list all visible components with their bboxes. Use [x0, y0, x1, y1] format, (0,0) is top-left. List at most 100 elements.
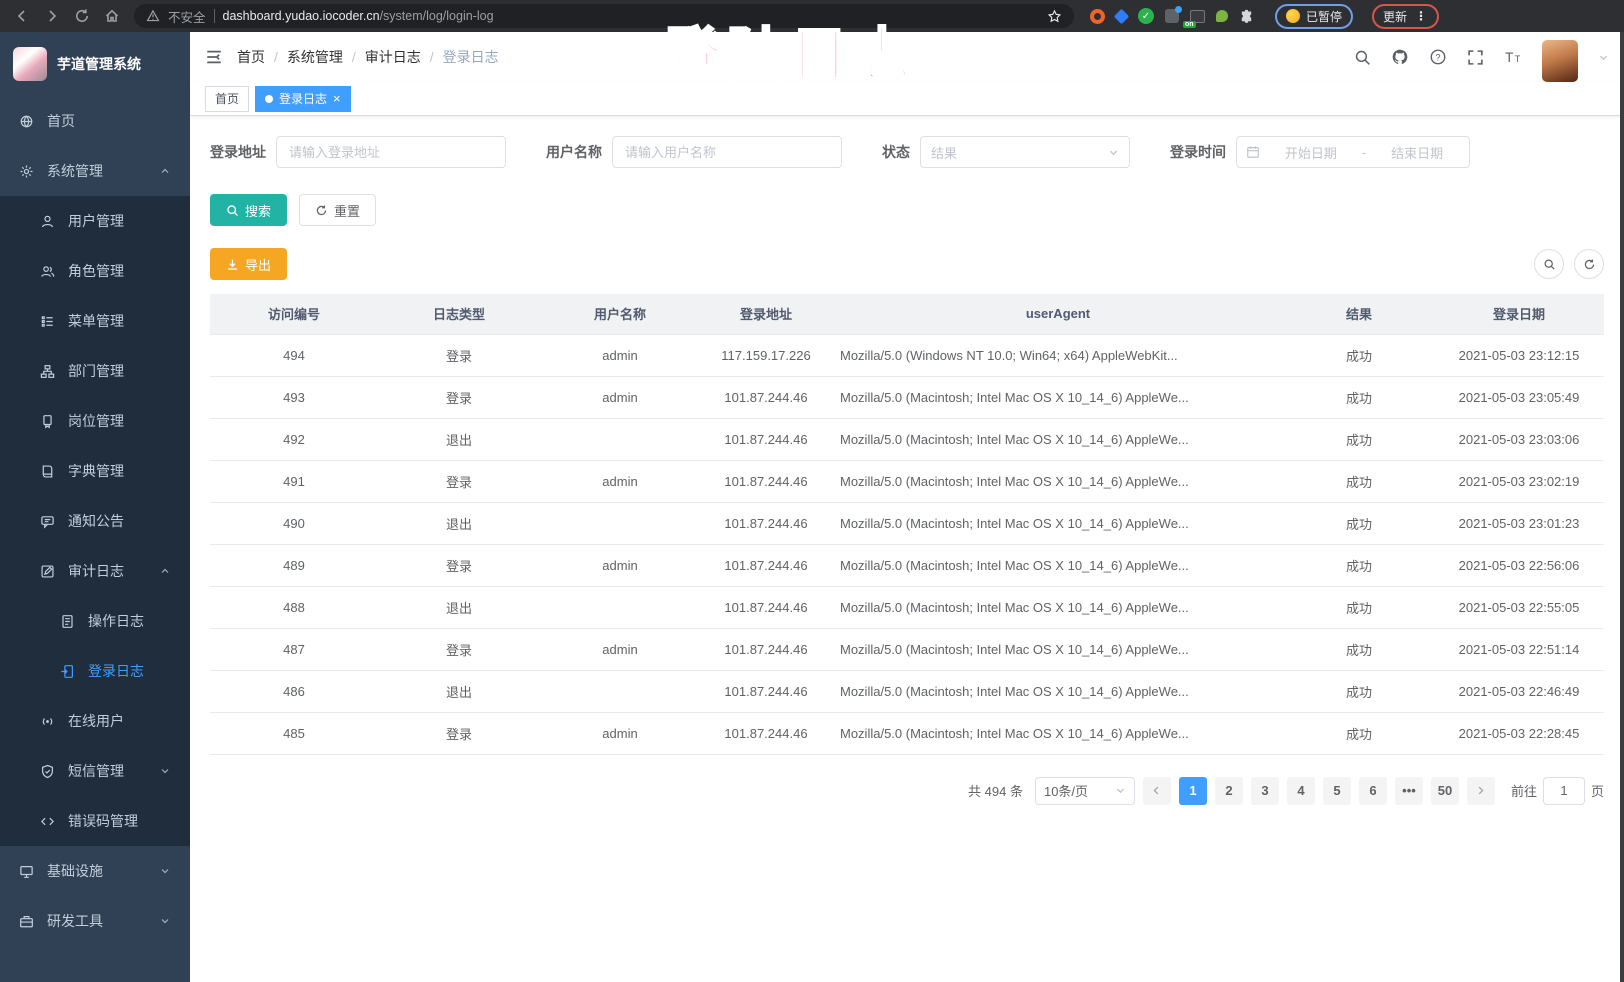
avatar-caret-down-icon[interactable] [1598, 52, 1609, 63]
browser-reload-icon[interactable] [68, 3, 96, 29]
login-time-label: 登录时间 [1170, 142, 1226, 162]
extension-icon-sprout[interactable] [1216, 10, 1228, 22]
sidebar-item-user-mgmt[interactable]: 用户管理 [0, 196, 190, 246]
table-cell: 退出 [378, 670, 540, 712]
badge-icon [40, 414, 55, 429]
table-row: 493登录admin101.87.244.46Mozilla/5.0 (Maci… [210, 376, 1604, 418]
extension-icon-grid[interactable] [1165, 9, 1179, 23]
tab-home[interactable]: 首页 [205, 86, 249, 112]
address-bar[interactable]: 不安全 dashboard.yudao.iocoder.cn/system/lo… [134, 4, 1074, 28]
username-input[interactable] [612, 136, 842, 168]
sidebar-item-online-users[interactable]: 在线用户 [0, 696, 190, 746]
url-host: dashboard.yudao.iocoder.cn [223, 9, 380, 23]
extensions-puzzle-icon[interactable] [1239, 9, 1254, 24]
sidebar-item-system[interactable]: 系统管理 [0, 146, 190, 196]
page-button[interactable]: 1 [1179, 777, 1207, 805]
total-count: 共 494 条 [968, 781, 1023, 800]
login-time-range-picker[interactable]: 开始日期 - 结束日期 [1236, 136, 1470, 168]
profile-paused-badge[interactable]: 已暂停 [1275, 4, 1353, 29]
app-title: 芋道管理系统 [57, 54, 141, 74]
export-button[interactable]: 导出 [210, 248, 287, 280]
sidebar-item-sms-mgmt[interactable]: 短信管理 [0, 746, 190, 796]
sidebar-item-login-log[interactable]: 登录日志 [0, 646, 190, 696]
table-row: 490退出101.87.244.46Mozilla/5.0 (Macintosh… [210, 502, 1604, 544]
table-cell: 493 [210, 376, 378, 418]
sidebar-item-infrastructure[interactable]: 基础设施 [0, 846, 190, 896]
breadcrumb-item[interactable]: 审计日志 [365, 47, 421, 67]
next-page-button[interactable] [1467, 777, 1495, 805]
table-cell: 成功 [1284, 544, 1434, 586]
login-log-table: 访问编号 日志类型 用户名称 登录地址 userAgent 结果 登录日期 49… [210, 294, 1604, 755]
sidebar-item-dept-mgmt[interactable]: 部门管理 [0, 346, 190, 396]
sidebar-item-label: 字典管理 [68, 461, 124, 481]
shield-check-icon [40, 764, 55, 779]
status-select[interactable]: 结果 [920, 136, 1130, 168]
tab-login-log[interactable]: 登录日志 × [255, 86, 351, 112]
svg-text:?: ? [1435, 52, 1440, 62]
extension-icon-list[interactable]: on [1190, 10, 1205, 23]
breadcrumb-item[interactable]: 系统管理 [287, 47, 343, 67]
browser-menu-icon[interactable]: ⋮ [1415, 9, 1428, 23]
window-scrollbar[interactable] [1620, 32, 1624, 982]
sidebar-item-role-mgmt[interactable]: 角色管理 [0, 246, 190, 296]
browser-back-icon[interactable] [8, 3, 36, 29]
security-label[interactable]: 不安全 [168, 7, 206, 26]
reset-button[interactable]: 重置 [299, 194, 376, 226]
help-icon[interactable]: ? [1429, 48, 1447, 66]
sidebar-item-menu-mgmt[interactable]: 菜单管理 [0, 296, 190, 346]
search-icon[interactable] [1354, 49, 1371, 66]
login-address-input[interactable] [276, 136, 506, 168]
user-avatar[interactable] [1542, 40, 1578, 82]
fullscreen-icon[interactable] [1467, 49, 1484, 66]
column-header: 登录日期 [1434, 294, 1604, 334]
sidebar-item-dev-tools[interactable]: 研发工具 [0, 896, 190, 946]
page-size-select[interactable]: 10条/页 [1035, 777, 1135, 805]
select-caret-down-icon [1108, 147, 1119, 158]
sidebar-item-dict-mgmt[interactable]: 字典管理 [0, 446, 190, 496]
sidebar-item-notice[interactable]: 通知公告 [0, 496, 190, 546]
breadcrumb-current: 登录日志 [443, 47, 499, 67]
page-button[interactable]: 3 [1251, 777, 1279, 805]
browser-home-icon[interactable] [98, 3, 126, 29]
date-separator: - [1362, 145, 1366, 160]
search-button[interactable]: 搜索 [210, 194, 287, 226]
table-cell: 490 [210, 502, 378, 544]
page-button[interactable]: 2 [1215, 777, 1243, 805]
page-ellipsis[interactable]: ••• [1395, 777, 1423, 805]
bookmark-star-icon[interactable] [1047, 9, 1062, 24]
font-size-icon[interactable]: TT [1504, 48, 1522, 66]
breadcrumb-item[interactable]: 首页 [237, 47, 265, 67]
page-button[interactable]: 5 [1323, 777, 1351, 805]
column-header: 访问编号 [210, 294, 378, 334]
app-logo[interactable]: 芋道管理系统 [0, 32, 190, 96]
page-button[interactable]: 6 [1359, 777, 1387, 805]
extension-icon-blue[interactable] [1114, 8, 1130, 24]
prev-page-button[interactable] [1143, 777, 1171, 805]
sidebar-item-post-mgmt[interactable]: 岗位管理 [0, 396, 190, 446]
page-button[interactable]: 4 [1287, 777, 1315, 805]
goto-page-input[interactable] [1543, 777, 1585, 805]
table-row: 485登录admin101.87.244.46Mozilla/5.0 (Maci… [210, 712, 1604, 754]
extension-icon-orange[interactable] [1090, 9, 1105, 24]
toggle-search-button[interactable] [1534, 249, 1564, 279]
sidebar-item-audit-log[interactable]: 审计日志 [0, 546, 190, 596]
sidebar-item-home[interactable]: 首页 [0, 96, 190, 146]
page-size-value: 10条/页 [1044, 781, 1088, 800]
table-cell: 2021-05-03 22:55:05 [1434, 586, 1604, 628]
extension-icon-green[interactable]: ✓ [1138, 8, 1154, 24]
collapse-sidebar-icon[interactable] [205, 48, 223, 66]
close-tab-icon[interactable]: × [333, 92, 341, 105]
last-page-button[interactable]: 50 [1431, 777, 1459, 805]
table-row: 491登录admin101.87.244.46Mozilla/5.0 (Maci… [210, 460, 1604, 502]
sidebar-item-error-code-mgmt[interactable]: 错误码管理 [0, 796, 190, 846]
url-path: /system/log/login-log [380, 9, 494, 23]
menu-list-icon [40, 314, 55, 329]
refresh-table-button[interactable] [1574, 249, 1604, 279]
browser-forward-icon[interactable] [38, 3, 66, 29]
column-header: 结果 [1284, 294, 1434, 334]
browser-update-button[interactable]: 更新⋮ [1372, 4, 1439, 29]
sidebar-item-operation-log[interactable]: 操作日志 [0, 596, 190, 646]
goto-label: 前往 [1511, 781, 1537, 800]
github-icon[interactable] [1391, 48, 1409, 66]
sidebar-item-label: 部门管理 [68, 361, 124, 381]
